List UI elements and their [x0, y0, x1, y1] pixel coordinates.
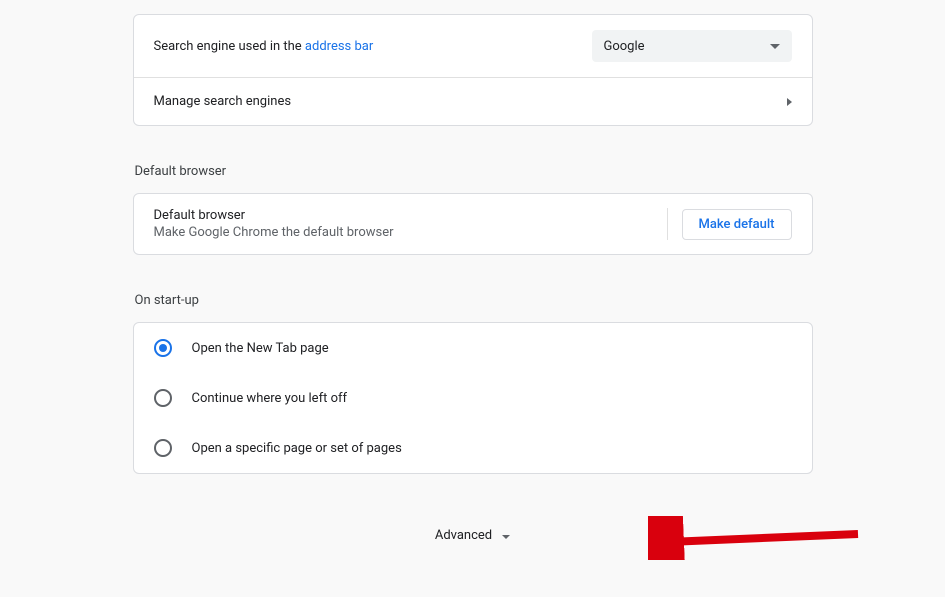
- address-bar-link[interactable]: address bar: [305, 39, 373, 54]
- default-browser-card: Default browser Make Google Chrome the d…: [133, 193, 813, 255]
- radio-icon: [154, 439, 172, 457]
- search-engine-select[interactable]: Google: [592, 30, 792, 62]
- advanced-label: Advanced: [435, 528, 492, 543]
- make-default-button[interactable]: Make default: [682, 209, 792, 240]
- default-browser-title: Default browser: [154, 208, 657, 223]
- startup-option-specific-pages[interactable]: Open a specific page or set of pages: [134, 423, 812, 473]
- search-engine-label: Search engine used in the address bar: [154, 39, 592, 54]
- manage-search-engines-row[interactable]: Manage search engines: [134, 77, 812, 125]
- search-engine-card: Search engine used in the address bar Go…: [133, 14, 813, 126]
- startup-card: Open the New Tab page Continue where you…: [133, 322, 813, 474]
- search-engine-prefix: Search engine used in the: [154, 39, 305, 54]
- manage-search-engines-label: Manage search engines: [154, 94, 787, 109]
- default-browser-desc: Make Google Chrome the default browser: [154, 225, 657, 240]
- chevron-right-icon: [787, 98, 792, 106]
- search-engine-row: Search engine used in the address bar Go…: [134, 15, 812, 77]
- startup-option-continue[interactable]: Continue where you left off: [134, 373, 812, 423]
- startup-option-label: Continue where you left off: [192, 391, 348, 406]
- chevron-down-icon: [770, 44, 780, 49]
- default-browser-section-title: Default browser: [135, 164, 813, 179]
- startup-option-label: Open the New Tab page: [192, 341, 329, 356]
- annotation-arrow-icon: [648, 516, 868, 560]
- search-engine-selected: Google: [604, 39, 770, 54]
- default-browser-row: Default browser Make Google Chrome the d…: [134, 194, 812, 254]
- startup-option-label: Open a specific page or set of pages: [192, 441, 402, 456]
- radio-icon: [154, 389, 172, 407]
- advanced-toggle[interactable]: Advanced: [133, 528, 813, 543]
- chevron-down-icon: [502, 535, 510, 539]
- vertical-separator: [667, 208, 668, 240]
- startup-option-new-tab[interactable]: Open the New Tab page: [134, 323, 812, 373]
- startup-section-title: On start-up: [135, 293, 813, 308]
- radio-icon: [154, 339, 172, 357]
